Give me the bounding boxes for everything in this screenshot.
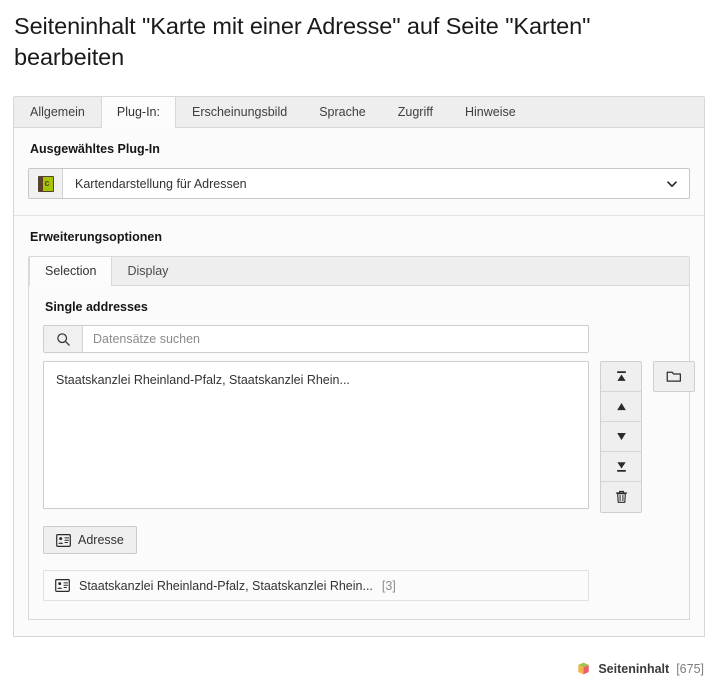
selected-plugin-section: Ausgewähltes Plug-In c Kartendarstellung…: [14, 128, 704, 215]
content-element-cube-icon: [576, 661, 591, 676]
record-selector: Staatskanzlei Rheinland-Pfalz, Staatskan…: [43, 325, 695, 514]
move-to-top-icon: [616, 371, 626, 381]
selected-record-label: Staatskanzlei Rheinland-Pfalz, Staatskan…: [79, 578, 373, 593]
delete-button[interactable]: [601, 482, 641, 513]
move-to-bottom-button[interactable]: [601, 452, 641, 483]
tab-hinweise[interactable]: Hinweise: [449, 97, 532, 127]
available-records-listbox[interactable]: Staatskanzlei Rheinland-Pfalz, Staatskan…: [43, 361, 589, 510]
browse-records-button[interactable]: [653, 361, 695, 393]
record-search-bar[interactable]: [43, 325, 589, 354]
plugin-select[interactable]: c Kartendarstellung für Adressen: [28, 168, 690, 200]
move-to-bottom-icon: [616, 462, 626, 472]
create-address-button[interactable]: Adresse: [43, 526, 137, 555]
arrow-up-icon: [616, 402, 626, 411]
search-icon: [44, 326, 83, 353]
status-record-uid: [675]: [676, 661, 704, 676]
list-item[interactable]: Staatskanzlei Rheinland-Pfalz, Staatskan…: [44, 371, 588, 389]
main-tab-bar: Allgemein Plug-In: Erscheinungsbild Spra…: [13, 96, 705, 129]
plugin-select-value: Kartendarstellung für Adressen: [75, 176, 247, 191]
search-input[interactable]: [83, 326, 588, 353]
selected-record-uid: [3]: [381, 578, 396, 593]
plugin-tab-panel: Ausgewähltes Plug-In c Kartendarstellung…: [13, 127, 705, 638]
address-card-icon: [56, 533, 71, 547]
single-addresses-label: Single addresses: [45, 300, 148, 315]
tab-display[interactable]: Display: [112, 257, 183, 285]
address-card-icon: [55, 579, 70, 592]
selected-record-row[interactable]: Staatskanzlei Rheinland-Pfalz, Staatskan…: [43, 570, 589, 602]
move-down-button[interactable]: [601, 422, 641, 453]
tab-zugriff[interactable]: Zugriff: [382, 97, 449, 127]
trash-icon: [615, 490, 627, 503]
record-selector-left: Staatskanzlei Rheinland-Pfalz, Staatskan…: [43, 325, 589, 510]
record-selector-controls: [600, 325, 695, 514]
selected-plugin-heading: Ausgewähltes Plug-In: [30, 142, 160, 157]
plugin-book-icon: c: [37, 175, 54, 192]
extension-options-section: Erweiterungsoptionen Selection Display S…: [14, 215, 704, 636]
extension-tab-bar: Selection Display: [28, 256, 690, 287]
order-button-stack: [600, 361, 642, 514]
move-up-button[interactable]: [601, 392, 641, 423]
extension-options-heading: Erweiterungsoptionen: [30, 230, 162, 245]
status-bar: Seiteninhalt [675]: [576, 661, 704, 676]
tab-erscheinungsbild[interactable]: Erscheinungsbild: [176, 97, 303, 127]
move-to-top-button[interactable]: [601, 362, 641, 393]
status-record-type: Seiteninhalt: [598, 661, 670, 676]
selection-tab-panel: Single addresses Staatskanzlei Rh: [28, 285, 695, 621]
folder-icon: [666, 371, 681, 382]
create-address-label: Adresse: [78, 533, 124, 548]
page-title: Seiteninhalt "Karte mit einer Adresse" a…: [14, 13, 591, 71]
tab-sprache[interactable]: Sprache: [303, 97, 382, 127]
controls-top-row: [600, 361, 695, 514]
tab-allgemein[interactable]: Allgemein: [14, 97, 101, 127]
arrow-down-icon: [616, 432, 626, 441]
tab-plugin[interactable]: Plug-In:: [100, 97, 176, 129]
plugin-icon-cell: c: [29, 169, 63, 199]
tab-selection[interactable]: Selection: [29, 257, 113, 287]
chevron-down-icon[interactable]: [655, 169, 689, 198]
